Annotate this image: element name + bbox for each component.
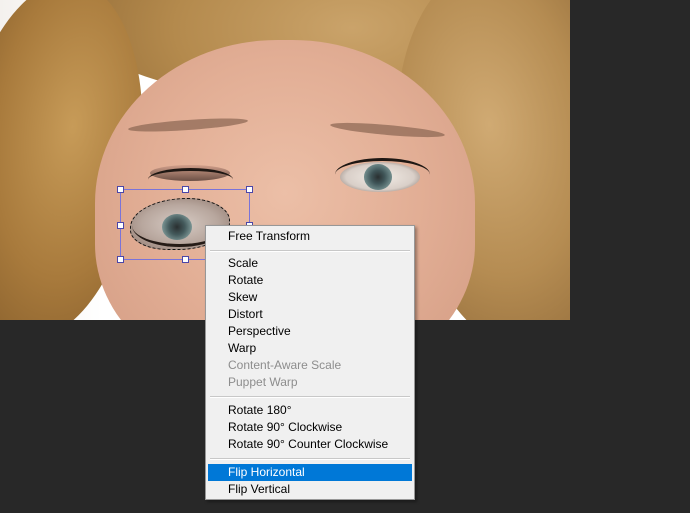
menu-item-distort[interactable]: Distort [208, 306, 412, 323]
transform-handle-top-right[interactable] [246, 186, 253, 193]
menu-item-puppet-warp: Puppet Warp [228, 375, 298, 389]
transform-context-menu: Free Transform Scale Rotate Skew Distort… [205, 225, 415, 500]
menu-item-rotate-180[interactable]: Rotate 180° [208, 402, 412, 419]
open-eye-lashes [335, 158, 430, 191]
menu-item-scale[interactable]: Scale [208, 255, 412, 272]
menu-item-warp[interactable]: Warp [208, 340, 412, 357]
transform-handle-top-left[interactable] [117, 186, 124, 193]
menu-separator [210, 250, 410, 252]
menu-item-free-transform[interactable]: Free Transform [208, 228, 412, 245]
menu-item-content-aware-scale: Content-Aware Scale [228, 358, 342, 372]
menu-item-rotate-90-ccw[interactable]: Rotate 90° Counter Clockwise [208, 436, 412, 453]
menu-separator [210, 458, 410, 460]
menu-item-rotate[interactable]: Rotate [208, 272, 412, 289]
menu-separator [210, 396, 410, 398]
canvas-workspace[interactable]: Free Transform Scale Rotate Skew Distort… [0, 0, 690, 513]
closed-eye-lashes [148, 168, 233, 191]
menu-item-rotate-90-cw[interactable]: Rotate 90° Clockwise [208, 419, 412, 436]
transform-handle-bottom-left[interactable] [117, 256, 124, 263]
transform-handle-top-center[interactable] [182, 186, 189, 193]
transform-handle-bottom-center[interactable] [182, 256, 189, 263]
menu-item-skew[interactable]: Skew [208, 289, 412, 306]
menu-item-perspective[interactable]: Perspective [208, 323, 412, 340]
transform-handle-middle-left[interactable] [117, 222, 124, 229]
menu-item-flip-horizontal[interactable]: Flip Horizontal [208, 464, 412, 481]
menu-item-flip-vertical[interactable]: Flip Vertical [208, 481, 412, 498]
